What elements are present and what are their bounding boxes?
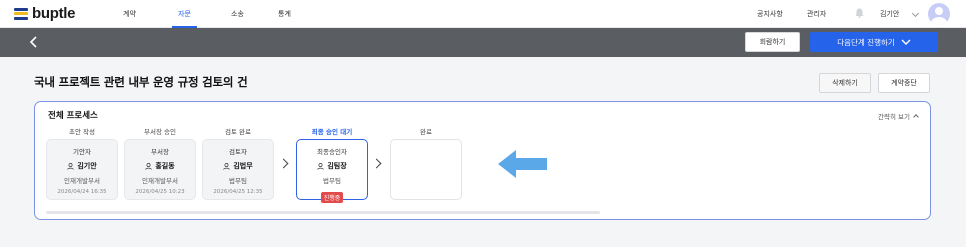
- step-card-complete[interactable]: [390, 139, 462, 200]
- notice-link[interactable]: 공지사항: [757, 0, 783, 28]
- step-card-review-done[interactable]: 검토자 김법무 법무팀 2026/04/25 12:35: [202, 139, 274, 200]
- step-label-review-done: 검토 완료: [225, 128, 251, 136]
- nav-item-statistics[interactable]: 통계: [278, 0, 291, 28]
- logo-icon: [14, 7, 28, 20]
- chevron-down-icon: [901, 39, 911, 45]
- step-person: 김팀장: [297, 161, 367, 171]
- brief-view-label: 간략히 보기: [878, 113, 910, 121]
- next-step-label: 다음단계 진행하기: [837, 37, 895, 47]
- step-dept: 법무팀: [229, 177, 247, 185]
- step-role: 최종승인자: [317, 148, 347, 156]
- step-label-complete: 완료: [420, 128, 432, 136]
- horizontal-scrollbar[interactable]: [46, 211, 600, 214]
- logo[interactable]: buptle: [14, 5, 76, 22]
- person-icon: [67, 162, 75, 170]
- step-date: 2026/04/25 10:23: [135, 189, 185, 195]
- action-bar: 회람하기 다음단계 진행하기: [0, 28, 966, 57]
- step-role: 검토자: [229, 148, 247, 156]
- logo-text: buptle: [32, 5, 76, 22]
- avatar[interactable]: [928, 3, 950, 25]
- step-person: 김법무: [203, 161, 273, 171]
- nav-item-contract[interactable]: 계약: [123, 0, 136, 28]
- step-dept: 법무팀: [323, 177, 341, 185]
- step-role: 부서장: [151, 148, 169, 156]
- brief-view-toggle[interactable]: 간략히 보기: [878, 111, 919, 121]
- person-icon: [223, 162, 231, 170]
- step-label-manager-approval: 부서장 승인: [144, 128, 176, 136]
- recall-button[interactable]: 회람하기: [745, 32, 800, 52]
- person-icon: [145, 162, 153, 170]
- step-dept: 인재개발부서: [142, 177, 178, 185]
- arrow-left-icon: [498, 150, 547, 178]
- step-card-manager-approval[interactable]: 부서장 홍길동 인재개발부서 2026/04/25 10:23: [124, 139, 196, 200]
- step-role: 기안자: [73, 148, 91, 156]
- status-badge: 진행중: [320, 192, 344, 203]
- step-person-name: 김법무: [233, 162, 253, 170]
- chevron-left-icon[interactable]: [28, 35, 40, 49]
- panel-title: 전체 프로세스: [48, 111, 98, 121]
- user-name[interactable]: 김기안: [880, 0, 899, 28]
- stop-contract-button[interactable]: 계약중단: [878, 73, 930, 93]
- step-label-draft: 초안 작성: [69, 128, 95, 136]
- step-person-name: 홍길동: [155, 162, 175, 170]
- page-title: 국내 프로젝트 관련 내부 운영 규정 검토의 건: [34, 75, 248, 89]
- step-person-name: 김기안: [77, 162, 97, 170]
- step-card-final-approval[interactable]: 최종승인자 김팀장 법무팀 진행중: [296, 139, 368, 203]
- chevron-down-icon[interactable]: [911, 9, 920, 18]
- delete-button[interactable]: 삭제하기: [819, 73, 871, 93]
- step-person: 김기안: [47, 161, 117, 171]
- step-person: 홍길동: [125, 161, 195, 171]
- nav-item-litigation[interactable]: 소송: [231, 0, 244, 28]
- top-navigation-bar: buptle 계약 자문 소송 통계 공지사항 관리자 김기안: [0, 0, 966, 28]
- step-date: 2026/04/25 12:35: [213, 189, 263, 195]
- step-card-draft[interactable]: 기안자 김기안 인재개발부서 2026/04/24 16:35: [46, 139, 118, 200]
- step-dept: 인재개발부서: [64, 177, 100, 185]
- admin-link[interactable]: 관리자: [807, 0, 826, 28]
- step-label-final-approval: 최종 승인 대기: [311, 128, 353, 136]
- step-person-name: 김팀장: [327, 162, 347, 170]
- chevron-up-icon: [913, 114, 919, 120]
- person-icon: [317, 162, 325, 170]
- nav-item-advisory[interactable]: 자문: [172, 0, 197, 28]
- step-date: 2026/04/24 16:35: [57, 189, 107, 195]
- bell-icon[interactable]: [855, 8, 864, 18]
- next-step-button[interactable]: 다음단계 진행하기: [810, 32, 938, 52]
